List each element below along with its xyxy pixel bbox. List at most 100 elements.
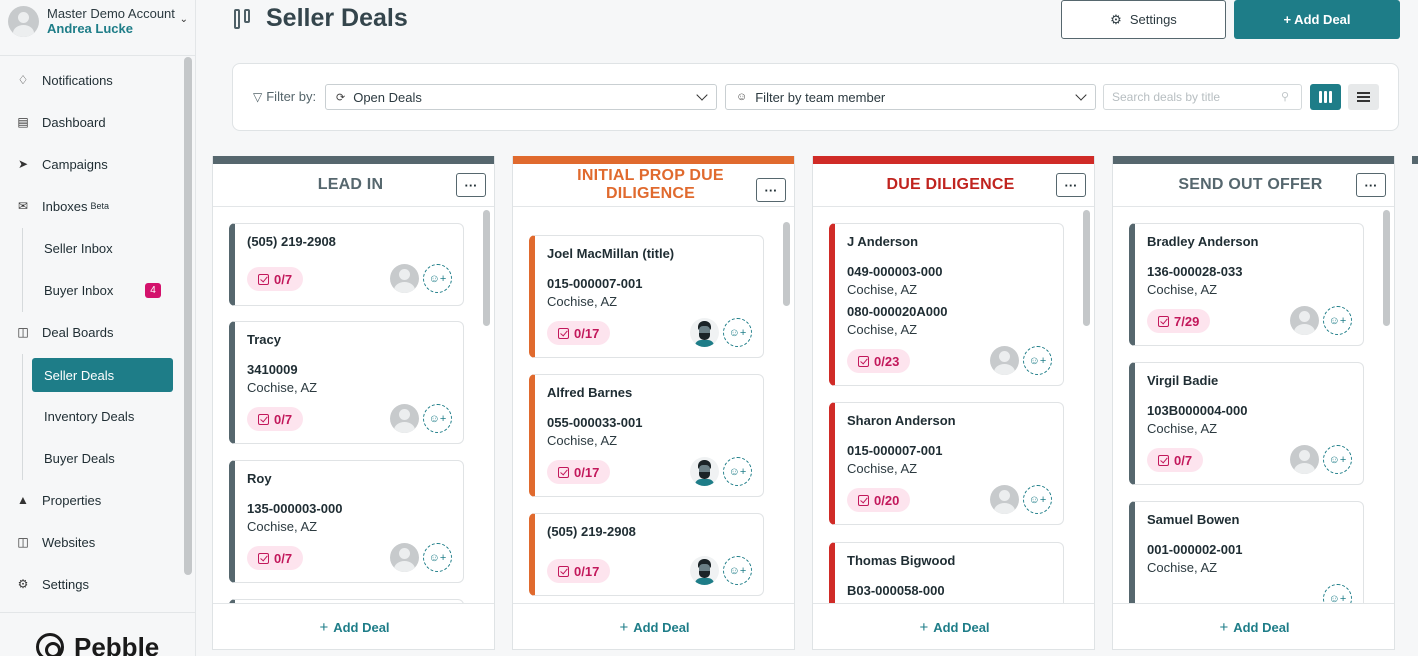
properties-icon: ▲ [17,493,29,507]
column-add-deal-button[interactable]: + Add Deal [813,603,1094,649]
parcel-apn: 055-000033-001 [547,415,643,430]
column-add-deal-button[interactable]: + Add Deal [1113,603,1394,649]
deal-card[interactable]: (505) 219-2908 0/17 ☺+ [529,513,764,596]
deal-title: Alfred Barnes [547,385,633,400]
deal-card[interactable]: Tracy 3410009 Cochise, AZ 0/7 ☺+ [229,321,464,444]
add-assignee-icon[interactable]: ☺+ [1023,485,1052,514]
column-scrollbar[interactable] [1083,210,1090,326]
sidebar-item-label: Seller Inbox [44,240,113,256]
megaphone-icon: ➤ [17,157,29,171]
column-color-bar [513,156,794,164]
column-body: Joel MacMillan (title) 015-000007-001 Co… [513,218,794,603]
list-view-button[interactable] [1348,84,1379,110]
column-scrollbar[interactable] [483,210,490,326]
filter-icon: ▽ [253,89,263,104]
sidebar-item-buyer-inbox[interactable]: Buyer Inbox 4 [32,273,173,307]
parcel-location: Cochise, AZ [247,380,318,395]
sidebar-item-dashboard[interactable]: ▤ Dashboard [0,102,182,142]
gear-icon: ⚙ [17,577,29,591]
checkbox-icon [558,565,569,577]
ellipsis-icon: ··· [1064,177,1078,193]
assignee-avatar [990,485,1019,514]
deal-title: J Anderson [847,234,919,249]
sidebar-item-deal-boards[interactable]: ◫ Deal Boards [0,312,182,352]
sidebar-scrollbar[interactable] [184,57,192,575]
sidebar-item-notifications[interactable]: ♢ Notifications [0,60,182,100]
parcel-location: Cochise, AZ [547,433,618,448]
add-assignee-icon[interactable]: ☺+ [723,457,752,486]
add-assignee-icon[interactable]: ☺+ [1323,584,1352,603]
logo-text: Pebble [74,631,160,656]
dashboard-icon: ▤ [17,115,29,129]
user-name: Andrea Lucke [47,21,133,36]
sidebar-item-settings[interactable]: ⚙ Settings [0,564,182,604]
column-more-button[interactable]: ··· [1356,173,1386,197]
bell-icon: ♢ [17,73,29,87]
add-assignee-icon[interactable]: ☺+ [1023,346,1052,375]
checkbox-icon [258,413,269,425]
column-add-deal-button[interactable]: + Add Deal [513,603,794,649]
board-settings-button[interactable]: ⚙ Settings [1061,0,1226,39]
column-more-button[interactable]: ··· [1056,173,1086,197]
sidebar-item-websites[interactable]: ◫ Websites [0,522,182,562]
deal-title: (505) 219-2908 [547,524,636,539]
board-column-due-diligence: DUE DILIGENCE ··· J Anderson 049-000003-… [812,156,1095,650]
deal-card[interactable]: Joel MacMillan (title) 015-000007-001 Co… [529,235,764,358]
checkbox-icon [258,273,269,285]
add-assignee-icon[interactable]: ☺+ [723,556,752,585]
parcel-location: Cochise, AZ [1147,560,1218,575]
add-assignee-icon[interactable]: ☺+ [423,264,452,293]
filter-label-text: Filter by: [266,89,317,104]
sidebar-item-seller-inbox[interactable]: Seller Inbox [32,231,173,265]
task-progress: 0/7 [274,271,293,287]
column-scrollbar[interactable] [783,222,790,306]
add-deal-button[interactable]: + Add Deal [1234,0,1400,39]
add-assignee-icon[interactable]: ☺+ [1323,306,1352,335]
assignee-avatar [390,543,419,572]
add-assignee-icon[interactable]: ☺+ [1323,445,1352,474]
column-add-deal-button[interactable]: + Add Deal [213,603,494,649]
deal-card[interactable]: Samuel Bowen 001-000002-001 Cochise, AZ … [1129,501,1364,603]
account-switcher[interactable]: Master Demo Account Andrea Lucke ⌄ [8,4,192,38]
sidebar-item-seller-deals[interactable]: Seller Deals [32,358,173,392]
column-more-button[interactable]: ··· [456,173,486,197]
deal-card[interactable]: Virgil Badie 103B000004-000 Cochise, AZ … [1129,362,1364,485]
add-assignee-icon[interactable]: ☺+ [423,404,452,433]
add-assignee-icon[interactable]: ☺+ [423,543,452,572]
add-deal-label: Add Deal [333,619,390,635]
sidebar-item-properties[interactable]: ▲ Properties [0,480,182,520]
parcel-apn: 049-000003-000 [847,264,943,279]
add-deal-label: Add Deal [933,619,990,635]
sidebar-item-inventory-deals[interactable]: Inventory Deals [32,399,173,433]
filter-label: ▽ Filter by: [253,89,316,104]
column-more-button[interactable]: ··· [756,178,786,202]
deal-card[interactable]: (505) 219-2908 0/7 ☺+ [229,223,464,306]
parcel-location: Cochise, AZ [847,282,918,297]
column-scrollbar[interactable] [1383,210,1390,326]
deal-card[interactable]: Bradley Anderson 136-000028-033 Cochise,… [1129,223,1364,346]
column-title: LEAD IN [317,176,384,193]
parcel-apn: 3410009 [247,362,298,377]
checkbox-icon [1158,315,1169,327]
deal-card[interactable]: Roy 135-000003-000 Cochise, AZ 0/7 ☺+ [229,460,464,583]
task-progress-chip: 0/17 [547,460,611,484]
deal-card[interactable]: Alfred Barnes 055-000033-001 Cochise, AZ… [529,374,764,497]
deal-card[interactable]: Thomas Bigwood B03-000058-000 [829,542,1064,603]
sidebar-item-campaigns[interactable]: ➤ Campaigns [0,144,182,184]
ellipsis-icon: ··· [464,177,478,193]
checkbox-icon [558,327,569,339]
deal-card[interactable]: Sharon Anderson 015-000007-001 Cochise, … [829,402,1064,525]
sidebar-item-label: Buyer Deals [44,450,115,466]
sidebar-item-buyer-deals[interactable]: Buyer Deals [32,441,173,475]
assignee-avatar [1290,445,1319,474]
sidebar-item-inboxes[interactable]: ✉ Inboxes Beta [0,186,182,226]
assignee-avatar [990,346,1019,375]
team-member-select[interactable]: ☺ Filter by team member [725,84,1096,110]
search-deals-input[interactable] [1103,84,1302,110]
add-assignee-icon[interactable]: ☺+ [723,318,752,347]
board-view-button[interactable] [1310,84,1341,110]
deal-status-select[interactable]: ⟳ Open Deals [325,84,717,110]
task-progress-chip: 0/7 [1147,448,1204,472]
parcel-apn: 080-000020A000 [847,304,948,319]
deal-card[interactable]: J Anderson 049-000003-000 Cochise, AZ 08… [829,223,1064,386]
